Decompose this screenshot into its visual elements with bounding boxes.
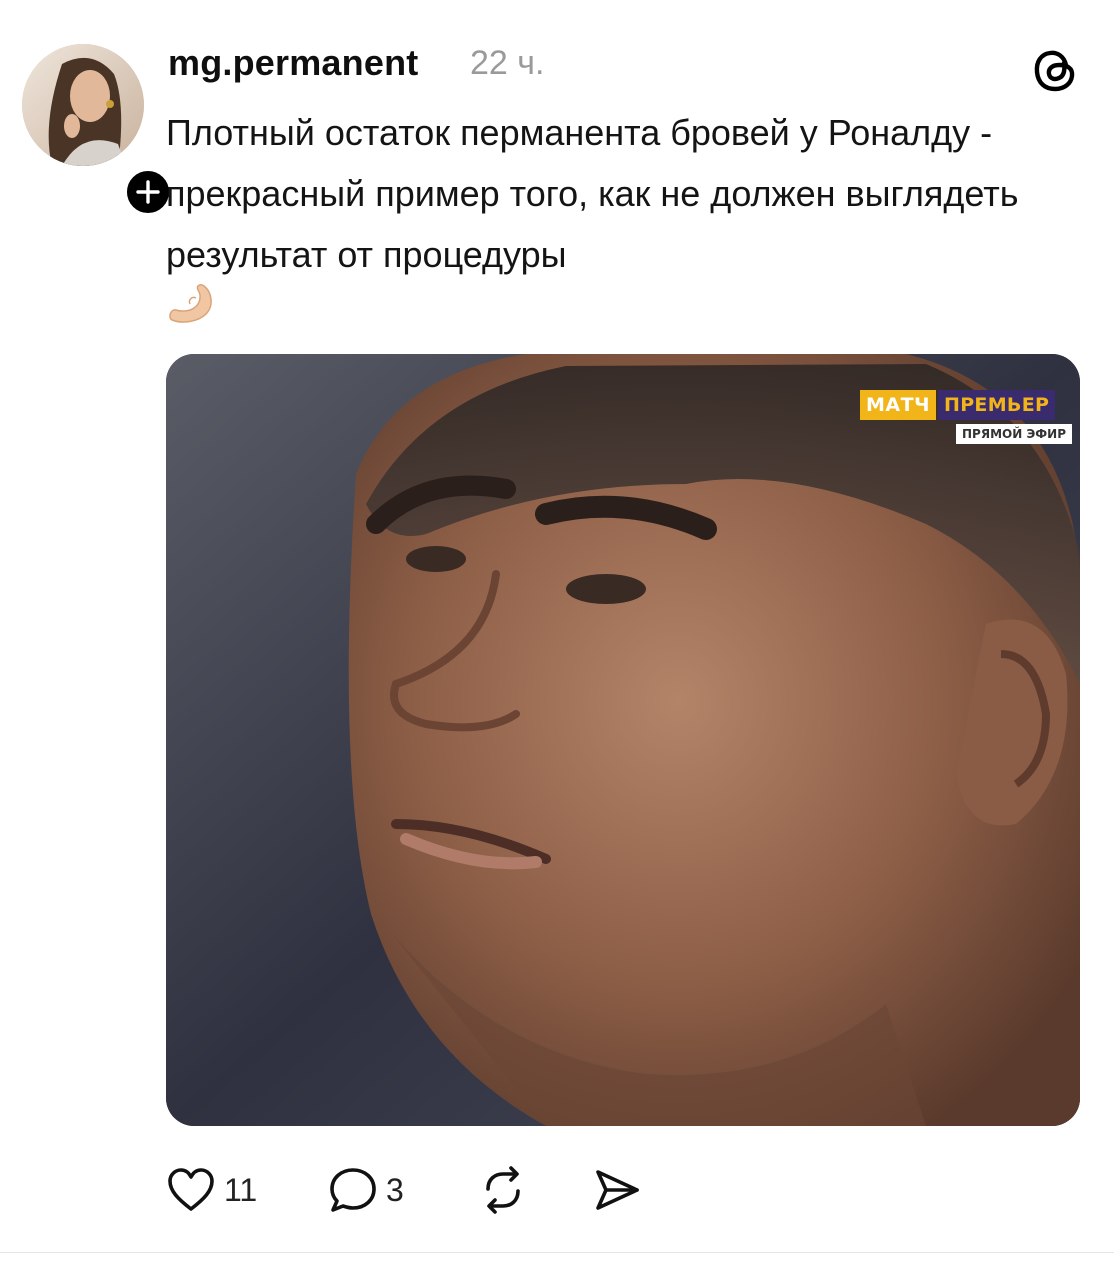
send-icon	[596, 1170, 639, 1210]
post-timestamp: 22 ч.	[470, 44, 545, 82]
logo-live-text: ПРЯМОЙ ЭФИР	[956, 424, 1072, 444]
comment-button[interactable]: 3	[328, 1160, 404, 1220]
heart-icon	[168, 1168, 214, 1211]
repost-button[interactable]	[478, 1160, 528, 1220]
avatar-image	[22, 44, 144, 166]
like-button[interactable]: 11	[166, 1160, 257, 1220]
threads-logo-icon[interactable]	[1030, 44, 1082, 96]
avatar-wrap[interactable]	[22, 44, 174, 218]
like-count: 11	[224, 1171, 258, 1208]
pinching-hand-emoji	[166, 280, 218, 328]
post-media-image[interactable]: МАТЧ ПРЕМЬЕР ПРЯМОЙ ЭФИР	[166, 354, 1080, 1126]
comment-bubble-icon	[330, 1168, 376, 1212]
username-link[interactable]: mg.permanent	[168, 42, 418, 84]
avatar[interactable]	[22, 44, 144, 166]
repost-icon	[486, 1166, 520, 1214]
logo-premier-text: ПРЕМЬЕР	[938, 390, 1056, 420]
logo-match-text: МАТЧ	[860, 390, 936, 420]
broadcast-logo: МАТЧ ПРЕМЬЕР ПРЯМОЙ ЭФИР	[860, 390, 1072, 448]
post-text: Плотный остаток перманента бровей у Рона…	[166, 112, 1019, 275]
photo-man-face	[166, 354, 1080, 1126]
comment-count: 3	[386, 1171, 404, 1208]
post-divider	[0, 1252, 1114, 1253]
plus-icon	[136, 180, 160, 204]
share-button[interactable]	[592, 1160, 642, 1220]
